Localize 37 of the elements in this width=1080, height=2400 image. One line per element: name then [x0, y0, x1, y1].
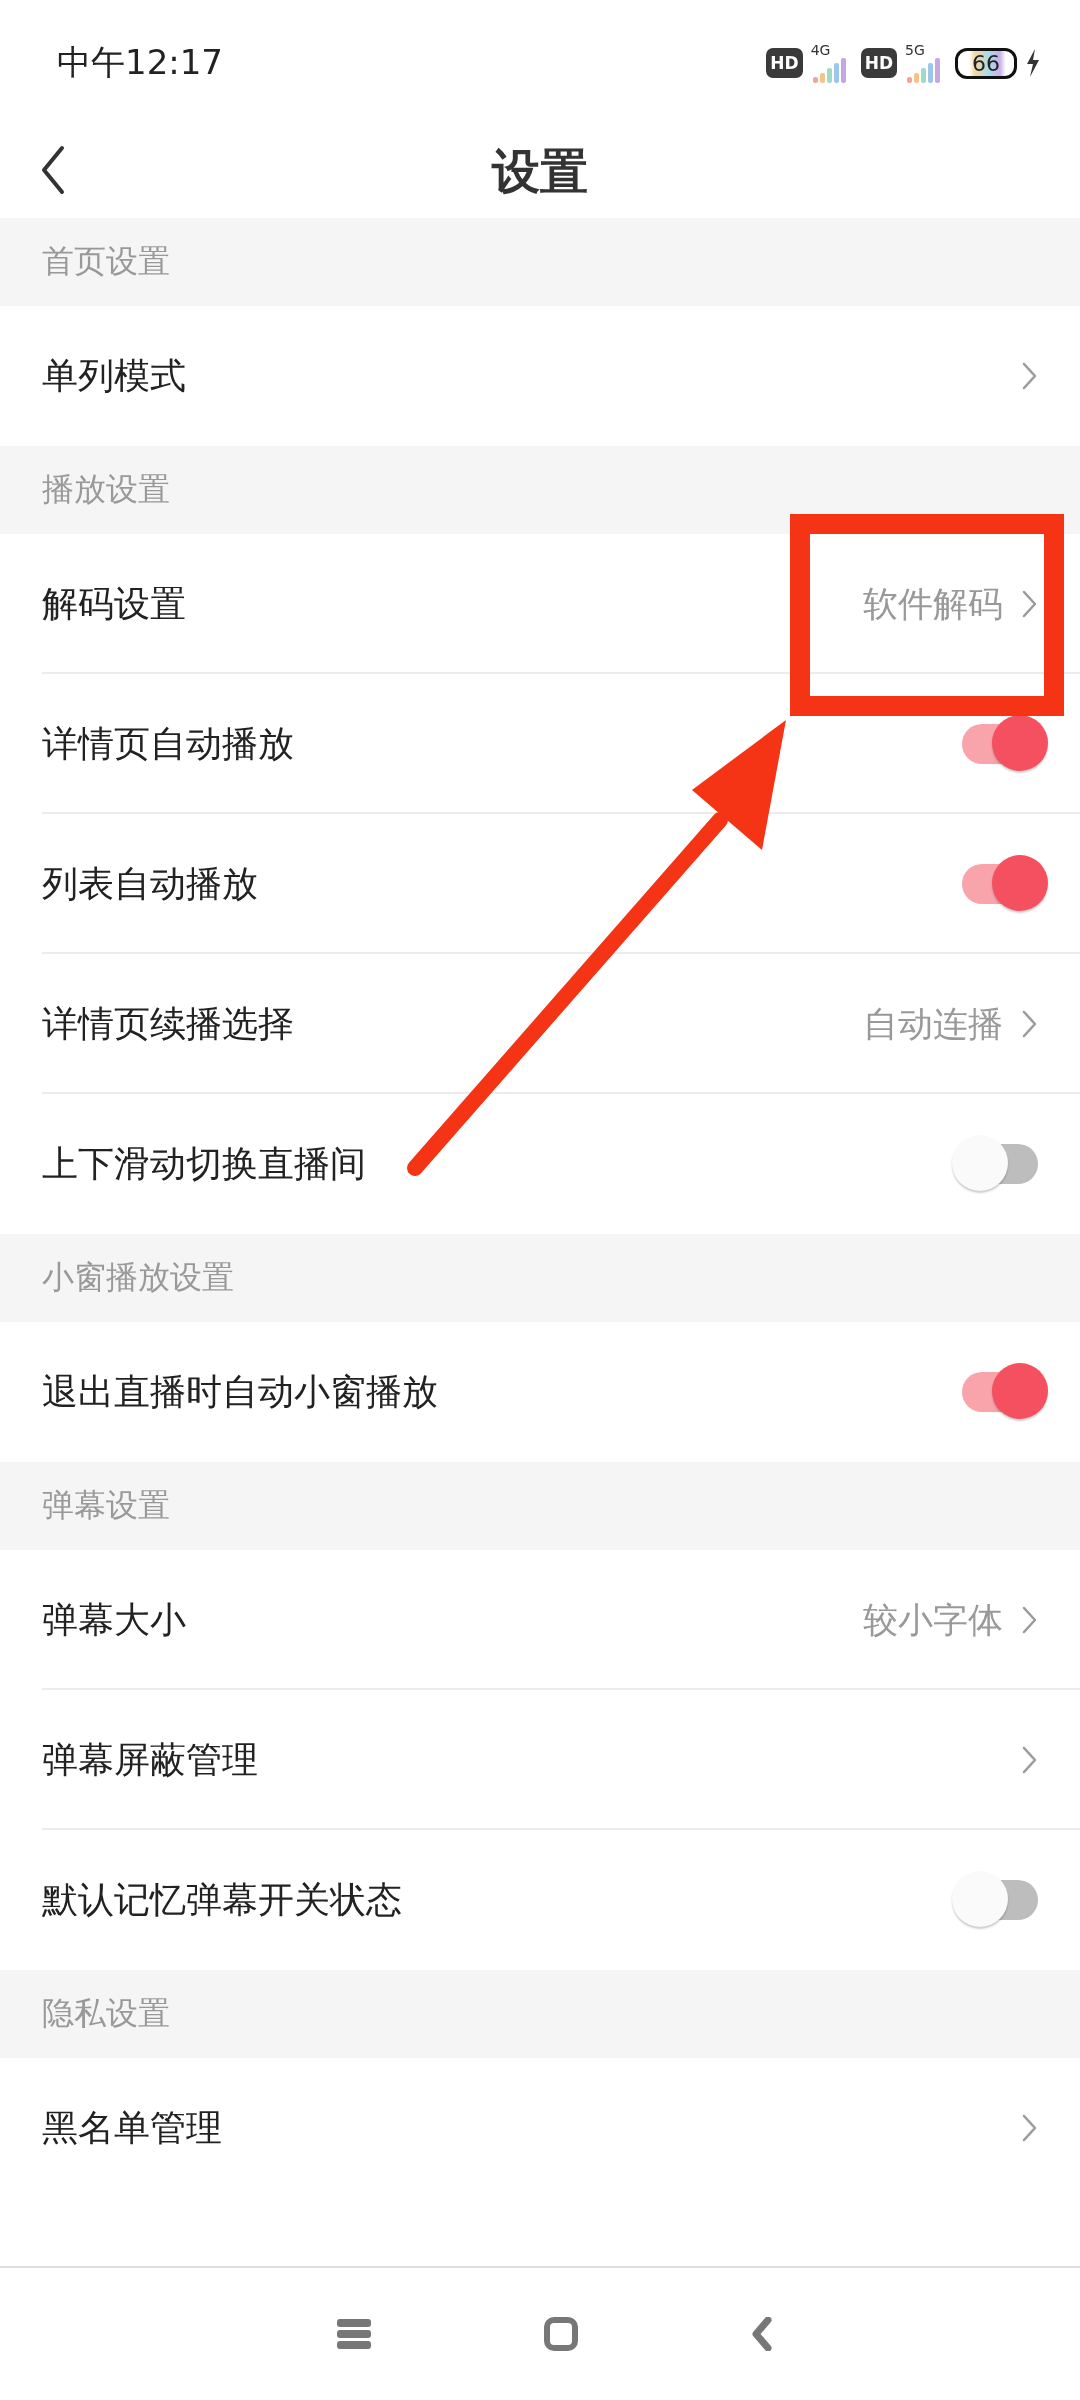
battery-level: 66: [955, 47, 1017, 79]
row-label: 详情页自动播放: [42, 721, 294, 766]
network-type: 4G: [810, 42, 831, 57]
row-label: 列表自动播放: [42, 861, 258, 906]
clock-time: 中午12:17: [57, 41, 223, 84]
row-label: 弹幕大小: [42, 1597, 186, 1642]
network-type: 5G: [905, 42, 925, 57]
row-label: 默认记忆弹幕开关状态: [42, 1877, 402, 1922]
hd-badge: HD: [860, 48, 897, 78]
section-header: 小窗播放设置: [0, 1234, 1080, 1322]
chevron-icon: [1021, 2113, 1038, 2143]
signal-icon: [905, 56, 941, 84]
row-value: 软件解码: [863, 582, 1003, 626]
chevron-icon: [1021, 1605, 1038, 1635]
section-header: 隐私设置: [0, 1970, 1080, 2058]
chevron-icon: [1021, 1745, 1038, 1775]
signal-icon: [810, 56, 847, 84]
row-label: 单列模式: [42, 353, 186, 398]
back-icon: [751, 2317, 774, 2351]
row-label: 解码设置: [42, 581, 186, 626]
section-header: 弹幕设置: [0, 1462, 1080, 1550]
row-label: 上下滑动切换直播间: [42, 1141, 366, 1186]
section-header: 首页设置: [0, 218, 1080, 306]
row-value: 较小字体: [863, 1598, 1003, 1642]
row-value: 自动连播: [863, 1002, 1003, 1046]
home-icon: [544, 2317, 578, 2351]
hd-badge: HD: [766, 48, 803, 78]
row-label: 弹幕屏蔽管理: [42, 1737, 258, 1782]
chevron-icon: [1021, 361, 1038, 391]
row-label: 黑名单管理: [42, 2105, 222, 2150]
chevron-icon: [1021, 1009, 1038, 1039]
menu-icon: [336, 2319, 371, 2349]
page-title: 设置: [492, 142, 588, 201]
section-header: 播放设置: [0, 446, 1080, 534]
row-label: 详情页续播选择: [42, 1001, 294, 1046]
row-label: 退出直播时自动小窗播放: [42, 1369, 438, 1414]
chevron-icon: [1021, 589, 1038, 619]
